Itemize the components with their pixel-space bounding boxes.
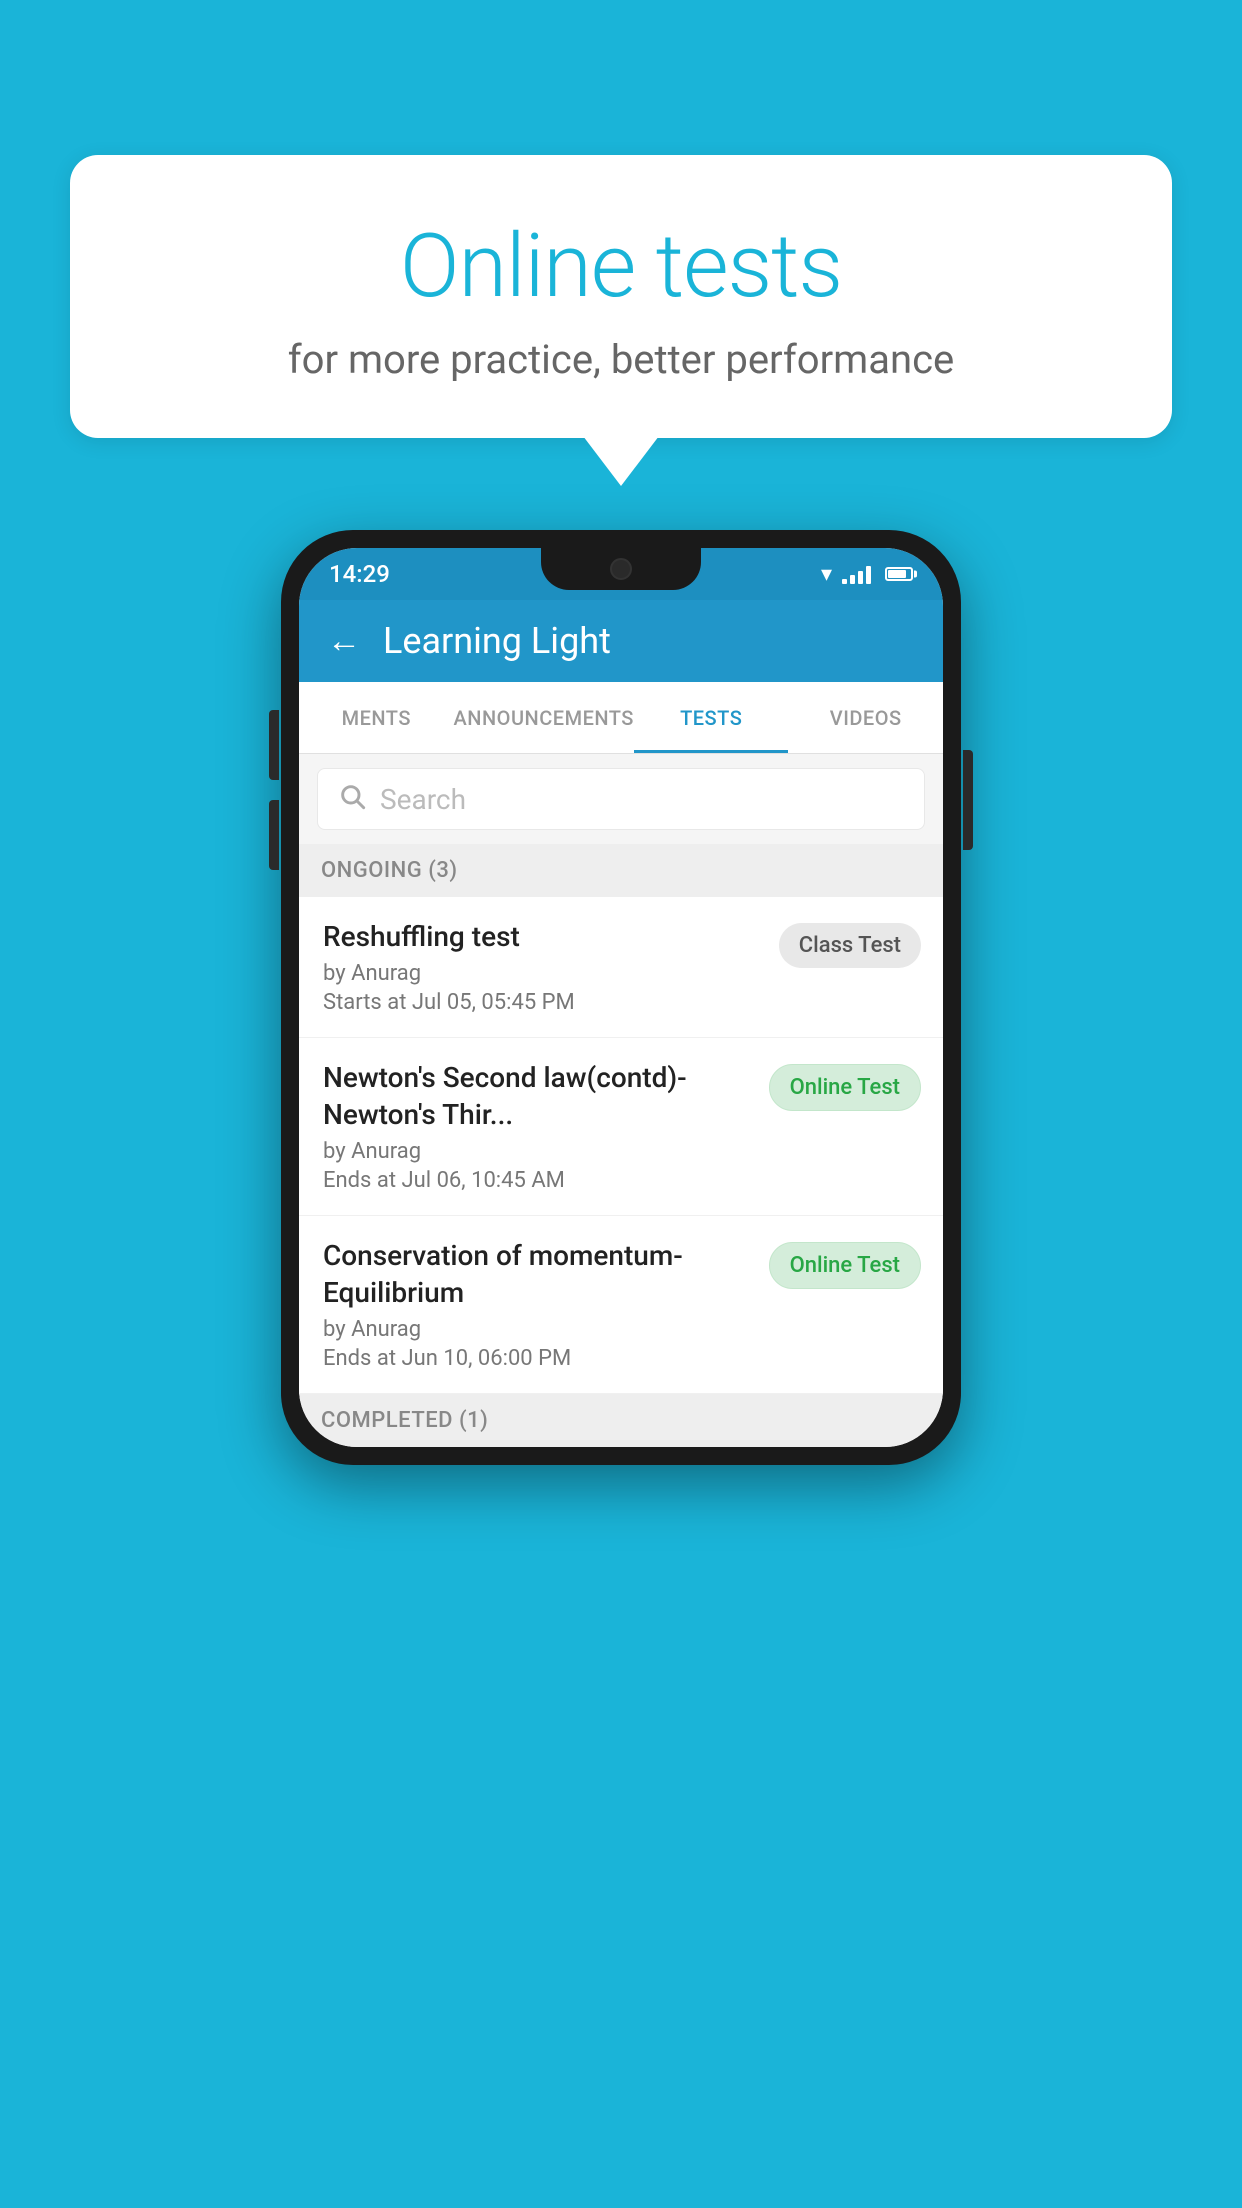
speech-bubble: Online tests for more practice, better p… xyxy=(70,155,1172,438)
test-badge-online-newtons: Online Test xyxy=(769,1064,921,1111)
signal-bar-1 xyxy=(842,579,847,584)
search-placeholder: Search xyxy=(380,783,466,816)
test-time-conservation: Ends at Jun 10, 06:00 PM xyxy=(323,1346,753,1371)
volume-down-button[interactable] xyxy=(269,800,279,870)
power-button[interactable] xyxy=(963,750,973,850)
test-time-reshuffling: Starts at Jul 05, 05:45 PM xyxy=(323,990,763,1015)
phone-screen: 14:29 ▾ ← Learning Light xyxy=(299,548,943,1447)
test-badge-online-conservation: Online Test xyxy=(769,1242,921,1289)
tabs-bar: MENTS ANNOUNCEMENTS TESTS VIDEOS xyxy=(299,682,943,754)
tab-announcements[interactable]: ANNOUNCEMENTS xyxy=(454,682,634,753)
tab-tests[interactable]: TESTS xyxy=(634,682,789,753)
test-item-reshuffling[interactable]: Reshuffling test by Anurag Starts at Jul… xyxy=(299,897,943,1038)
test-item-conservation[interactable]: Conservation of momentum-Equilibrium by … xyxy=(299,1216,943,1394)
test-info-reshuffling: Reshuffling test by Anurag Starts at Jul… xyxy=(323,919,779,1015)
speech-bubble-container: Online tests for more practice, better p… xyxy=(70,155,1172,438)
search-bar[interactable]: Search xyxy=(317,768,925,830)
camera-dot xyxy=(610,558,632,580)
status-time: 14:29 xyxy=(329,560,390,588)
signal-bars-icon xyxy=(842,564,871,584)
completed-section-title: COMPLETED (1) xyxy=(321,1408,488,1433)
test-time-newtons: Ends at Jul 06, 10:45 AM xyxy=(323,1168,753,1193)
battery-icon xyxy=(885,567,913,581)
completed-section-header: COMPLETED (1) xyxy=(299,1394,943,1447)
test-badge-class-reshuffling: Class Test xyxy=(779,923,921,968)
phone-notch xyxy=(541,548,701,590)
test-author-newtons: by Anurag xyxy=(323,1139,753,1164)
bubble-subtitle: for more practice, better performance xyxy=(140,336,1102,383)
wifi-icon: ▾ xyxy=(821,562,832,587)
signal-bar-2 xyxy=(850,575,855,584)
tab-videos[interactable]: VIDEOS xyxy=(788,682,943,753)
back-button[interactable]: ← xyxy=(327,621,361,661)
phone-frame: 14:29 ▾ ← Learning Light xyxy=(281,530,961,1465)
ongoing-section-title: ONGOING (3) xyxy=(321,858,458,883)
search-container: Search xyxy=(299,754,943,844)
volume-up-button[interactable] xyxy=(269,710,279,780)
test-name-conservation: Conservation of momentum-Equilibrium xyxy=(323,1238,753,1311)
battery-fill xyxy=(888,570,906,578)
app-title: Learning Light xyxy=(383,620,611,662)
test-name-newtons: Newton's Second law(contd)-Newton's Thir… xyxy=(323,1060,753,1133)
test-info-conservation: Conservation of momentum-Equilibrium by … xyxy=(323,1238,769,1371)
signal-bar-3 xyxy=(858,571,863,584)
signal-bar-4 xyxy=(866,566,871,584)
test-item-newtons[interactable]: Newton's Second law(contd)-Newton's Thir… xyxy=(299,1038,943,1216)
phone-wrapper: 14:29 ▾ ← Learning Light xyxy=(281,530,961,1465)
search-icon xyxy=(338,782,366,817)
ongoing-section-header: ONGOING (3) xyxy=(299,844,943,897)
bubble-title: Online tests xyxy=(140,215,1102,318)
app-header: ← Learning Light xyxy=(299,600,943,682)
test-author-conservation: by Anurag xyxy=(323,1317,753,1342)
test-info-newtons: Newton's Second law(contd)-Newton's Thir… xyxy=(323,1060,769,1193)
tab-ments[interactable]: MENTS xyxy=(299,682,454,753)
test-author-reshuffling: by Anurag xyxy=(323,961,763,986)
status-icons: ▾ xyxy=(821,562,913,587)
test-name-reshuffling: Reshuffling test xyxy=(323,919,763,955)
